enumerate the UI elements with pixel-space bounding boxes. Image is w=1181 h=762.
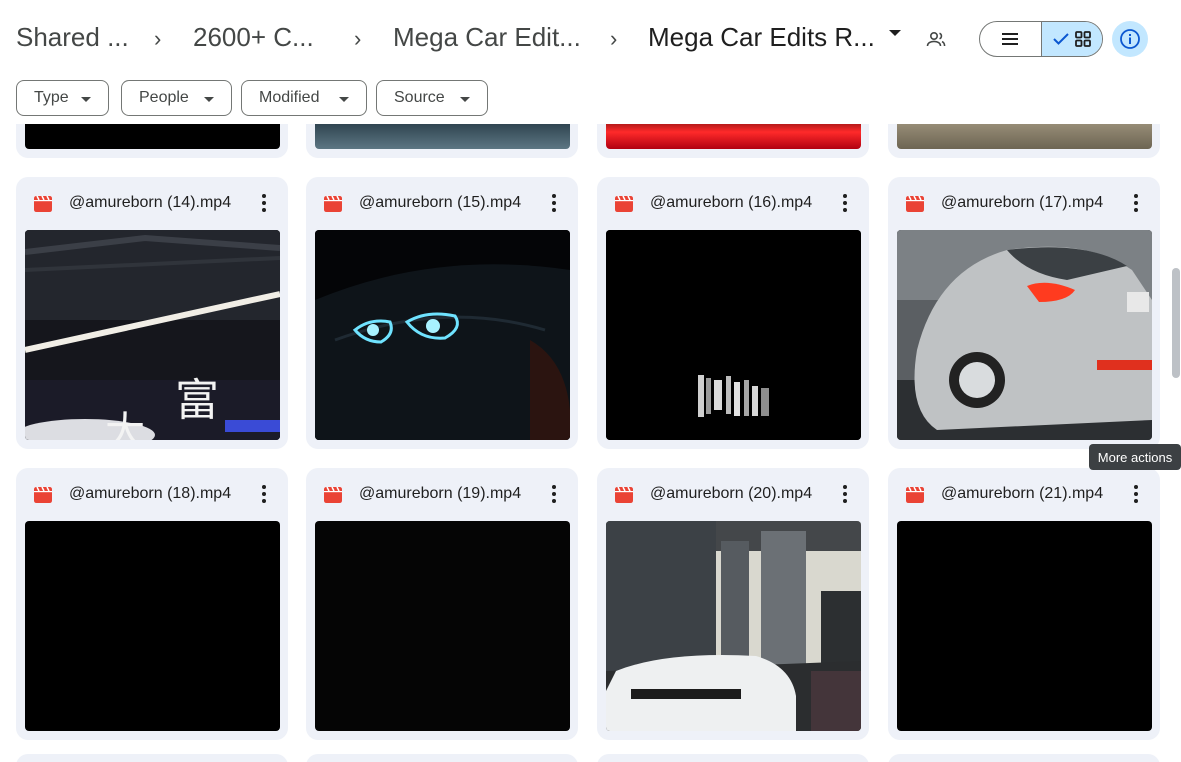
- details-button[interactable]: [1112, 21, 1148, 57]
- view-toggle: [979, 21, 1103, 57]
- video-file-icon: [615, 196, 633, 212]
- video-thumbnail: [606, 124, 861, 149]
- list-view-button[interactable]: [980, 22, 1041, 56]
- video-file-icon: [615, 487, 633, 503]
- video-thumbnail: [315, 521, 570, 731]
- breadcrumb-current-folder[interactable]: Mega Car Edits R...: [648, 22, 875, 53]
- video-thumbnail: [315, 230, 570, 440]
- filter-type-label: Type: [34, 89, 69, 106]
- file-card-header: @amureborn (17).mp4: [888, 177, 1160, 229]
- file-card[interactable]: @amureborn (17).mp4: [888, 177, 1160, 449]
- file-card[interactable]: @amureborn (21).mp4: [888, 468, 1160, 740]
- file-card-partial[interactable]: [16, 754, 288, 762]
- list-icon: [1002, 33, 1019, 45]
- grid-view-button[interactable]: [1040, 22, 1102, 56]
- more-actions-icon[interactable]: [254, 193, 274, 213]
- filter-people[interactable]: People: [121, 80, 232, 116]
- breadcrumb-mega-car-edit[interactable]: Mega Car Edit...: [393, 22, 581, 53]
- video-file-icon: [906, 487, 924, 503]
- chevron-down-icon: [81, 97, 91, 102]
- people-icon[interactable]: [924, 28, 948, 52]
- video-thumbnail: [606, 230, 861, 440]
- more-actions-icon[interactable]: [1126, 484, 1146, 504]
- video-thumbnail: [315, 124, 570, 149]
- video-file-icon: [906, 196, 924, 212]
- video-thumbnail: [606, 521, 861, 731]
- filter-type[interactable]: Type: [16, 80, 109, 116]
- file-card[interactable]: @amureborn (19).mp4: [306, 468, 578, 740]
- file-card-header: @amureborn (18).mp4: [16, 468, 288, 520]
- file-card-partial[interactable]: [306, 754, 578, 762]
- file-card-partial[interactable]: [888, 754, 1160, 762]
- file-card-header: @amureborn (21).mp4: [888, 468, 1160, 520]
- svg-text:富: 富: [175, 375, 219, 426]
- file-card-header: @amureborn (14).mp4: [16, 177, 288, 229]
- filter-source[interactable]: Source: [376, 80, 488, 116]
- filter-people-label: People: [139, 89, 189, 106]
- file-name: @amureborn (14).mp4: [69, 194, 232, 211]
- file-card-partial[interactable]: [597, 124, 869, 158]
- breadcrumb-separator-icon: ›: [610, 26, 618, 51]
- file-card-header: @amureborn (16).mp4: [597, 177, 869, 229]
- video-file-icon: [324, 487, 342, 503]
- more-actions-icon[interactable]: [544, 484, 564, 504]
- vertical-scrollbar[interactable]: [1172, 268, 1180, 378]
- video-thumbnail: 富 大: [25, 230, 280, 440]
- file-card-header: @amureborn (15).mp4: [306, 177, 578, 229]
- chevron-down-icon: [204, 97, 214, 102]
- file-card[interactable]: @amureborn (15).mp4: [306, 177, 578, 449]
- breadcrumb-shared[interactable]: Shared ...: [16, 22, 129, 53]
- more-actions-icon[interactable]: [544, 193, 564, 213]
- grid-icon: [1075, 31, 1091, 47]
- file-name: @amureborn (19).mp4: [359, 485, 522, 502]
- more-actions-icon[interactable]: [1126, 193, 1146, 213]
- file-card-header: @amureborn (19).mp4: [306, 468, 578, 520]
- video-thumbnail: [25, 521, 280, 731]
- file-card[interactable]: @amureborn (14).mp4 富 大: [16, 177, 288, 449]
- file-card[interactable]: @amureborn (16).mp4: [597, 177, 869, 449]
- file-name: @amureborn (17).mp4: [941, 194, 1104, 211]
- file-card-partial[interactable]: [597, 754, 869, 762]
- file-name: @amureborn (18).mp4: [69, 485, 232, 502]
- filter-source-label: Source: [394, 89, 445, 106]
- breadcrumb-separator-icon: ›: [154, 26, 162, 51]
- file-card[interactable]: @amureborn (18).mp4: [16, 468, 288, 740]
- breadcrumb-separator-icon: ›: [354, 26, 362, 51]
- file-name: @amureborn (20).mp4: [650, 485, 813, 502]
- file-grid: @amureborn (14).mp4 富 大 @amureborn (15).…: [0, 124, 1181, 762]
- folder-menu-dropdown-icon[interactable]: [889, 30, 901, 36]
- file-name: @amureborn (21).mp4: [941, 485, 1104, 502]
- tooltip: More actions: [1089, 444, 1181, 470]
- filter-modified-label: Modified: [259, 89, 320, 106]
- file-name: @amureborn (15).mp4: [359, 194, 522, 211]
- file-card[interactable]: @amureborn (20).mp4: [597, 468, 869, 740]
- svg-text:大: 大: [105, 409, 145, 440]
- top-bar: Shared ... › 2600+ C... › Mega Car Edit.…: [0, 0, 1181, 78]
- more-actions-icon[interactable]: [835, 484, 855, 504]
- video-thumbnail: [897, 124, 1152, 149]
- checkmark-icon: [1053, 33, 1069, 45]
- file-name: @amureborn (16).mp4: [650, 194, 813, 211]
- file-card-partial[interactable]: [16, 124, 288, 158]
- video-file-icon: [324, 196, 342, 212]
- video-thumbnail: [897, 230, 1152, 440]
- video-file-icon: [34, 487, 52, 503]
- file-card-partial[interactable]: [306, 124, 578, 158]
- more-actions-icon[interactable]: [835, 193, 855, 213]
- video-thumbnail: [897, 521, 1152, 731]
- video-thumbnail: [25, 124, 280, 149]
- breadcrumb-2600-c[interactable]: 2600+ C...: [193, 22, 314, 53]
- chevron-down-icon: [460, 97, 470, 102]
- more-actions-icon[interactable]: [254, 484, 274, 504]
- filter-modified[interactable]: Modified: [241, 80, 367, 116]
- chevron-down-icon: [339, 97, 349, 102]
- video-file-icon: [34, 196, 52, 212]
- info-icon: [1120, 29, 1140, 49]
- file-card-header: @amureborn (20).mp4: [597, 468, 869, 520]
- file-card-partial[interactable]: [888, 124, 1160, 158]
